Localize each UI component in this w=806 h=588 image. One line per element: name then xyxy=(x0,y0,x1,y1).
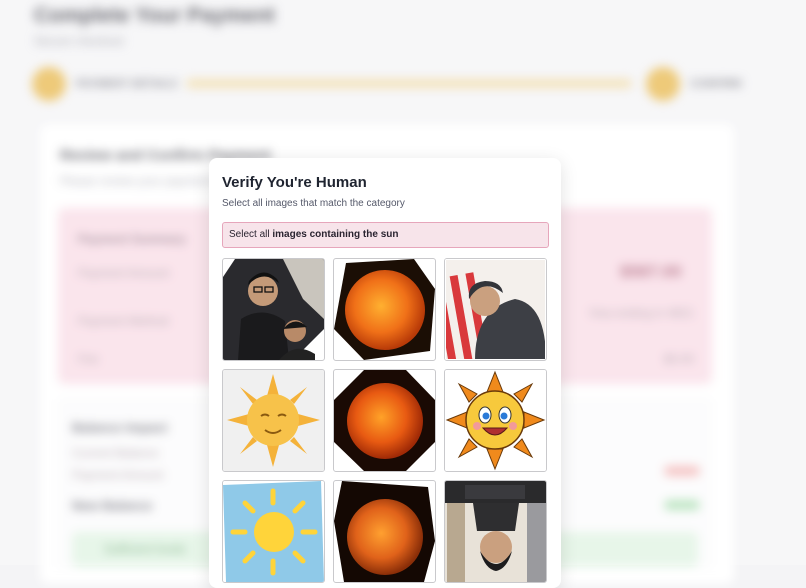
tile-person-upside-down[interactable] xyxy=(444,480,547,583)
sun-emoji-icon xyxy=(445,370,546,471)
selfie-photo-icon xyxy=(223,259,324,360)
tile-sun-photo-2[interactable] xyxy=(333,369,436,472)
sun-photo-icon xyxy=(334,259,435,360)
tile-sun-smiling-emoji[interactable] xyxy=(444,369,547,472)
tile-selfie-two-men[interactable] xyxy=(222,258,325,361)
sun-cartoon-icon xyxy=(223,370,324,471)
captcha-instruction-banner: Select all images containing the sun xyxy=(222,222,549,248)
instruction-category: images containing the sun xyxy=(272,229,399,240)
person-photo-icon xyxy=(445,481,546,582)
sun-photo-icon xyxy=(334,481,435,582)
tile-sun-cartoon-face[interactable] xyxy=(222,369,325,472)
tile-person-striped-wall[interactable] xyxy=(444,258,547,361)
tile-sun-photo-3[interactable] xyxy=(333,480,436,583)
captcha-subtitle: Select all images that match the categor… xyxy=(222,198,405,209)
tile-sun-photo-1[interactable] xyxy=(333,258,436,361)
person-photo-icon xyxy=(445,259,546,360)
instruction-prefix: Select all xyxy=(229,229,270,240)
tile-sun-clipart-sky[interactable] xyxy=(222,480,325,583)
sun-photo-icon xyxy=(334,370,435,471)
sun-clipart-icon xyxy=(223,481,324,582)
captcha-title: Verify You're Human xyxy=(222,174,367,191)
captcha-dialog: Verify You're Human Select all images th… xyxy=(209,158,561,588)
